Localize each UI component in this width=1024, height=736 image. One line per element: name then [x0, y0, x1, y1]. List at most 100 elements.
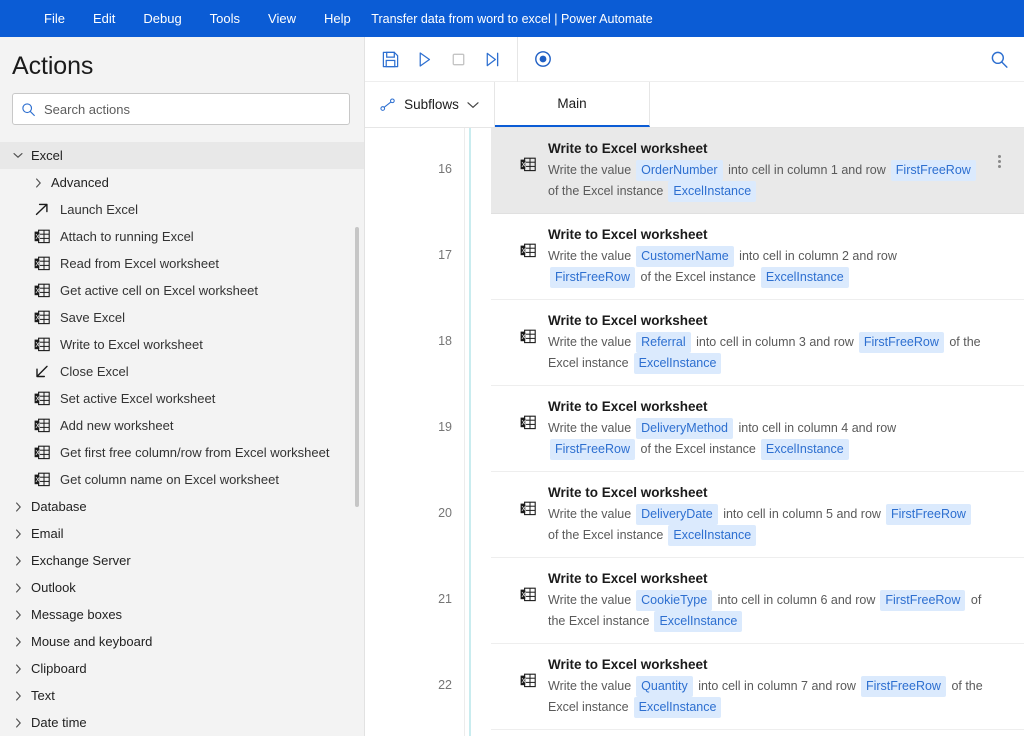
- stop-button[interactable]: [441, 42, 475, 76]
- tree-item-email[interactable]: Email: [0, 520, 364, 547]
- step-more-menu-icon[interactable]: [992, 152, 1006, 170]
- tree-item-label: Get active cell on Excel worksheet: [60, 283, 258, 298]
- tree-item-close-excel[interactable]: Close Excel: [0, 358, 364, 385]
- step-body: Write to Excel worksheet Write the value C…: [543, 569, 984, 632]
- tab-bar-filler: [650, 82, 1024, 127]
- flow-toolbar: [365, 36, 1024, 82]
- variable-chip[interactable]: ExcelInstance: [668, 181, 757, 202]
- variable-chip[interactable]: Quantity: [636, 676, 693, 697]
- toolbar-record-group: [518, 37, 568, 81]
- step-text: into cell in column 7 and row: [698, 679, 856, 693]
- search-actions-box[interactable]: [12, 93, 350, 125]
- step-description: Write the value Quantity into cell in col…: [548, 676, 984, 718]
- menu-item-edit[interactable]: Edit: [79, 6, 129, 32]
- variable-chip[interactable]: ExcelInstance: [633, 697, 722, 718]
- svg-text:X: X: [521, 592, 526, 599]
- search-flow-button[interactable]: [982, 42, 1016, 76]
- workflow-step[interactable]: X Write to Excel worksheet Write the valu…: [491, 644, 1024, 730]
- menu-item-tools[interactable]: Tools: [196, 6, 254, 32]
- sidebar-scrollbar[interactable]: [355, 227, 359, 507]
- title-bar: File Edit Debug Tools View Help Transfer data…: [0, 0, 1024, 37]
- excel-grid-icon: X: [513, 483, 543, 516]
- search-input[interactable]: [44, 101, 341, 117]
- tree-item-read-from-excel-worksheet[interactable]: X Read from Excel worksheet: [0, 250, 364, 277]
- tree-item-outlook[interactable]: Outlook: [0, 574, 364, 601]
- variable-chip[interactable]: ExcelInstance: [760, 439, 849, 460]
- tree-item-add-new-worksheet[interactable]: X Add new worksheet: [0, 412, 364, 439]
- workflow-step[interactable]: X Write to Excel worksheet Write the valu…: [491, 472, 1024, 558]
- tree-item-date-time[interactable]: Date time: [0, 709, 364, 736]
- variable-chip[interactable]: DeliveryDate: [636, 504, 718, 525]
- variable-chip[interactable]: CookieType: [636, 590, 713, 611]
- main-pane: Subflows Main 1617181920212223: [365, 36, 1024, 736]
- power-automate-window: File Edit Debug Tools View Help Transfer data…: [0, 0, 1024, 736]
- variable-chip[interactable]: ExcelInstance: [760, 267, 849, 288]
- workflow-step[interactable]: X Write to Excel worksheet Write the valu…: [491, 214, 1024, 300]
- variable-chip[interactable]: Referral: [636, 332, 691, 353]
- step-description: Write the value DeliveryDate into cell in…: [548, 504, 984, 546]
- record-button[interactable]: [526, 42, 560, 76]
- variable-chip[interactable]: FirstFreeRow: [550, 439, 636, 460]
- tree-item-get-column-name-on-excel-worksheet[interactable]: X Get column name on Excel worksheet: [0, 466, 364, 493]
- menu-item-file[interactable]: File: [30, 6, 79, 32]
- variable-chip[interactable]: FirstFreeRow: [880, 590, 966, 611]
- tree-item-label: Excel: [31, 148, 63, 163]
- svg-text:X: X: [521, 248, 526, 255]
- workflow-step[interactable]: Terminate processTerminate process with …: [491, 730, 1024, 736]
- menu-item-help[interactable]: Help: [310, 6, 365, 32]
- excel-grid-icon: X: [33, 418, 50, 433]
- save-button[interactable]: [373, 42, 407, 76]
- variable-chip[interactable]: FirstFreeRow: [885, 504, 971, 525]
- tree-item-write-to-excel-worksheet[interactable]: X Write to Excel worksheet: [0, 331, 364, 358]
- excel-grid-icon: X: [513, 311, 543, 344]
- tree-item-attach-to-running-excel[interactable]: X Attach to running Excel: [0, 223, 364, 250]
- tree-item-label: Mouse and keyboard: [31, 634, 153, 649]
- tree-item-text[interactable]: Text: [0, 682, 364, 709]
- tree-item-advanced[interactable]: Advanced: [0, 169, 364, 196]
- variable-chip[interactable]: FirstFreeRow: [890, 160, 976, 181]
- workflow-step[interactable]: X Write to Excel worksheet Write the valu…: [491, 386, 1024, 472]
- tree-item-get-first-free-column-row-from-excel-worksheet[interactable]: X Get first free column/row from Excel w…: [0, 439, 364, 466]
- tree-item-launch-excel[interactable]: Launch Excel: [0, 196, 364, 223]
- tree-item-excel[interactable]: Excel: [0, 142, 364, 169]
- tree-item-mouse-and-keyboard[interactable]: Mouse and keyboard: [0, 628, 364, 655]
- variable-chip[interactable]: FirstFreeRow: [550, 267, 636, 288]
- workflow-step[interactable]: X Write to Excel worksheet Write the valu…: [491, 558, 1024, 644]
- step-over-button[interactable]: [475, 42, 509, 76]
- close-arrow-icon: [33, 364, 50, 379]
- tree-item-message-boxes[interactable]: Message boxes: [0, 601, 364, 628]
- variable-chip[interactable]: DeliveryMethod: [636, 418, 733, 439]
- run-button[interactable]: [407, 42, 441, 76]
- step-description: Write the value DeliveryMethod into cell …: [548, 418, 984, 460]
- tree-item-database[interactable]: Database: [0, 493, 364, 520]
- step-line-number: 16: [438, 162, 452, 176]
- tree-item-exchange-server[interactable]: Exchange Server: [0, 547, 364, 574]
- menu-item-view[interactable]: View: [254, 6, 310, 32]
- variable-chip[interactable]: FirstFreeRow: [858, 332, 944, 353]
- excel-grid-icon: X: [33, 337, 50, 352]
- subflows-label: Subflows: [404, 97, 459, 112]
- tab-main[interactable]: Main: [495, 82, 650, 127]
- flow-tab-bar: Subflows Main: [365, 82, 1024, 128]
- variable-chip[interactable]: ExcelInstance: [654, 611, 743, 632]
- tree-item-clipboard[interactable]: Clipboard: [0, 655, 364, 682]
- excel-grid-icon: X: [513, 569, 543, 602]
- subflow-icon: [380, 97, 396, 112]
- step-title: Write to Excel worksheet: [548, 571, 708, 586]
- tree-item-save-excel[interactable]: X Save Excel: [0, 304, 364, 331]
- subflows-dropdown[interactable]: Subflows: [365, 82, 495, 127]
- workflow-step[interactable]: X Write to Excel worksheet Write the valu…: [491, 300, 1024, 386]
- tree-item-get-active-cell-on-excel-worksheet[interactable]: X Get active cell on Excel worksheet: [0, 277, 364, 304]
- tree-item-label: Attach to running Excel: [60, 229, 194, 244]
- variable-chip[interactable]: FirstFreeRow: [860, 676, 946, 697]
- variable-chip[interactable]: ExcelInstance: [668, 525, 757, 546]
- variable-chip[interactable]: OrderNumber: [636, 160, 723, 181]
- variable-chip[interactable]: ExcelInstance: [633, 353, 722, 374]
- variable-chip[interactable]: CustomerName: [636, 246, 734, 267]
- tree-item-set-active-excel-worksheet[interactable]: X Set active Excel worksheet: [0, 385, 364, 412]
- workflow-step[interactable]: X Write to Excel worksheet Write the valu…: [491, 128, 1024, 214]
- chevron-right-icon: [10, 663, 26, 674]
- menu-item-debug[interactable]: Debug: [129, 6, 195, 32]
- step-text: Write the value: [548, 163, 632, 177]
- excel-grid-icon: X: [513, 397, 543, 430]
